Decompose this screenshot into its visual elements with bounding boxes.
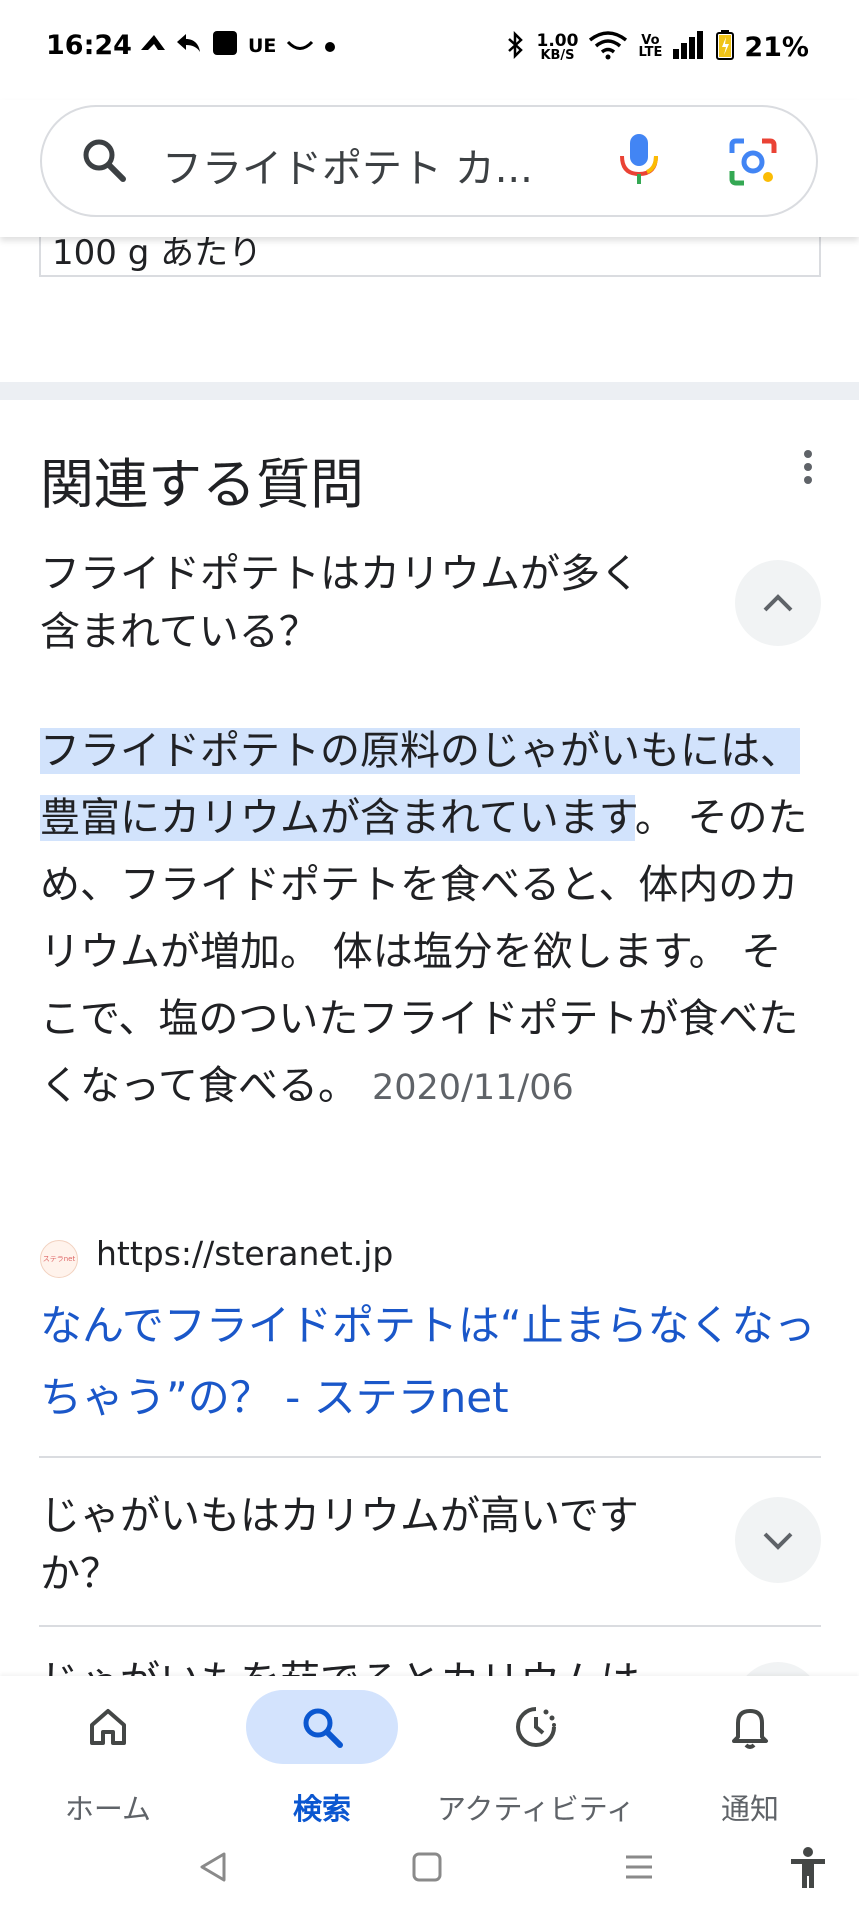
lens-camera-icon[interactable]	[728, 137, 778, 191]
chevron-up-icon	[763, 594, 793, 612]
expand-button[interactable]	[735, 1497, 821, 1583]
nav-search-pill	[246, 1690, 398, 1764]
dot-icon	[324, 34, 336, 59]
nav-notifications-label: 通知	[720, 1792, 779, 1826]
network-speed-unit: KB/S	[540, 47, 575, 63]
battery-icon	[716, 30, 735, 64]
navigation-arrow-icon	[140, 32, 166, 60]
search-icon	[303, 1708, 343, 1748]
section-title: 関連する質問	[40, 453, 364, 516]
accessibility-icon[interactable]	[788, 1846, 828, 1894]
source-favicon[interactable]: ステラnet	[40, 1240, 78, 1278]
answer-text: フライドポテトの原料のじゃがいもには、豊富にカリウムが含まれています。 そのため…	[40, 718, 815, 1122]
app-square-icon	[212, 30, 238, 62]
more-vert-icon[interactable]	[796, 448, 820, 492]
nav-notifications-pill	[674, 1690, 826, 1764]
nav-notifications[interactable]: 通知	[650, 1690, 850, 1828]
battery-percent: 21%	[744, 31, 809, 63]
source-title-link[interactable]: なんでフライドポテトは“止まらなくなっちゃう”の？ - ステラnet	[40, 1290, 820, 1434]
nav-home-pill	[32, 1690, 184, 1764]
ue-text: UE	[248, 35, 277, 57]
network-speed: 1.00 KB/S	[536, 30, 579, 63]
search-input[interactable]: フライドポテト カ...	[162, 136, 533, 194]
nav-activity[interactable]: アクティビティ	[436, 1690, 636, 1828]
reply-arrow-icon	[176, 32, 202, 60]
network-speed-value: 1.00	[536, 30, 579, 51]
section-divider	[0, 382, 859, 400]
question-divider	[39, 1625, 821, 1627]
question-2-line2: か？	[40, 1551, 120, 1597]
activity-icon	[516, 1707, 556, 1747]
nav-search[interactable]: 検索	[222, 1690, 422, 1828]
bluetooth-icon	[505, 30, 527, 63]
smile-icon	[286, 34, 314, 59]
nav-activity-label: アクティビティ	[436, 1792, 636, 1826]
overview-icon[interactable]	[410, 1850, 444, 1888]
answer-date: 2020/11/06	[372, 1068, 574, 1108]
volte-line2: LTE	[638, 45, 663, 60]
question-1[interactable]: フライドポテトはカリウムが多く 含まれている？	[40, 545, 700, 661]
wifi-icon	[588, 30, 628, 64]
nav-search-label: 検索	[292, 1792, 351, 1826]
status-left-icons: UE	[140, 30, 336, 62]
question-2[interactable]: じゃがいもはカリウムが高いです か？	[40, 1487, 700, 1603]
mic-icon[interactable]	[615, 132, 663, 192]
search-icon[interactable]	[80, 136, 128, 188]
menu-lines-icon[interactable]	[622, 1850, 656, 1888]
nav-home[interactable]: ホーム	[8, 1690, 208, 1828]
question-1-line1: フライドポテトはカリウムが多く	[40, 551, 640, 597]
nav-activity-pill	[460, 1690, 612, 1764]
question-2-line1: じゃがいもはカリウムが高いです	[40, 1493, 639, 1539]
home-icon	[90, 1709, 126, 1745]
status-right-icons: 1.00 KB/S Vo LTE 21%	[505, 30, 809, 64]
volte-indicator: Vo LTE	[638, 34, 663, 60]
question-divider	[39, 1456, 821, 1458]
nav-home-label: ホーム	[64, 1792, 152, 1826]
bell-icon	[732, 1709, 768, 1749]
signal-icon	[672, 31, 706, 63]
status-time: 16:24	[46, 30, 132, 61]
collapse-button[interactable]	[735, 560, 821, 646]
answer-rest: 。 そのため、フライドポテトを食べると、体内のカリウムが増加。 体は塩分を欲しま…	[40, 795, 808, 1109]
back-icon[interactable]	[196, 1850, 230, 1888]
question-1-line2: 含まれている？	[40, 609, 319, 655]
source-url[interactable]: https://steranet.jp	[96, 1234, 393, 1273]
source-favicon-label: ステラnet	[42, 1255, 76, 1263]
chevron-down-icon	[763, 1532, 793, 1550]
